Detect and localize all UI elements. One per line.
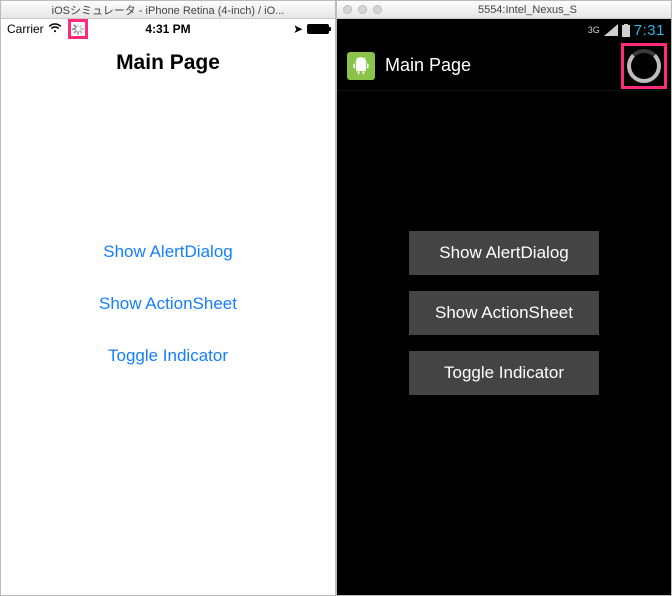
android-action-bar: Main Page xyxy=(337,41,671,91)
android-page-title: Main Page xyxy=(385,55,471,76)
show-alertdialog-button[interactable]: Show AlertDialog xyxy=(409,231,599,275)
android-window-title: 5554:Intel_Nexus_S xyxy=(390,4,665,16)
network-type-label: 3G xyxy=(588,26,600,35)
ios-window-titlebar[interactable]: iOSシミュレータ - iPhone Retina (4-inch) / iO.… xyxy=(1,1,335,19)
ios-window-title: iOSシミュレータ - iPhone Retina (4-inch) / iO.… xyxy=(7,2,329,18)
android-window-titlebar[interactable]: 5554:Intel_Nexus_S xyxy=(337,1,671,19)
android-status-bar: 3G 7:31 xyxy=(337,19,671,41)
android-clock: 7:31 xyxy=(634,22,665,39)
ios-activity-indicator-icon xyxy=(72,23,84,35)
show-actionsheet-button[interactable]: Show ActionSheet xyxy=(409,291,599,335)
window-traffic-lights[interactable] xyxy=(343,5,382,14)
ios-content-area: Show AlertDialog Show ActionSheet Toggle… xyxy=(1,93,335,595)
carrier-label: Carrier xyxy=(7,22,44,36)
android-activity-indicator-icon xyxy=(627,49,661,83)
ios-page-title: Main Page xyxy=(1,51,335,75)
show-alertdialog-button[interactable]: Show AlertDialog xyxy=(103,242,232,262)
signal-icon xyxy=(604,24,618,36)
ios-activity-indicator-highlight xyxy=(68,19,88,39)
battery-icon xyxy=(307,24,329,34)
android-content-area: Show AlertDialog Show ActionSheet Toggle… xyxy=(337,91,671,595)
ios-nav-bar: Main Page xyxy=(1,39,335,93)
android-activity-indicator-highlight xyxy=(621,43,667,89)
ios-status-bar: Carrier 4:31 PM ➤ xyxy=(1,19,335,39)
android-app-icon xyxy=(347,52,375,80)
battery-icon xyxy=(622,24,630,37)
location-icon: ➤ xyxy=(293,22,303,36)
wifi-icon xyxy=(48,22,62,37)
toggle-indicator-button[interactable]: Toggle Indicator xyxy=(108,346,228,366)
show-actionsheet-button[interactable]: Show ActionSheet xyxy=(99,294,237,314)
android-emulator-window: 5554:Intel_Nexus_S 3G 7:31 Main Page Sho… xyxy=(336,0,672,596)
ios-simulator-window: iOSシミュレータ - iPhone Retina (4-inch) / iO.… xyxy=(0,0,336,596)
toggle-indicator-button[interactable]: Toggle Indicator xyxy=(409,351,599,395)
